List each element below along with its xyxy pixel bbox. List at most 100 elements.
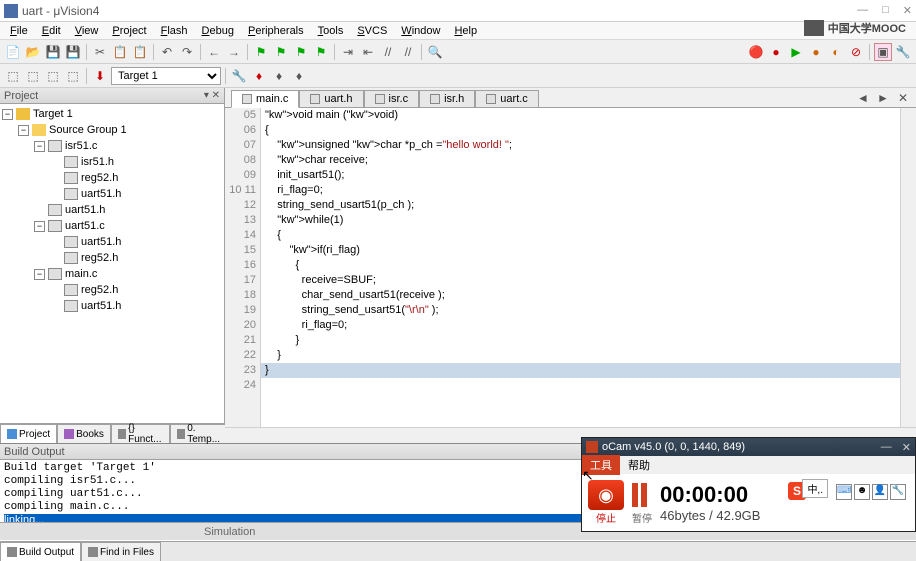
tree-target[interactable]: −Target 1 [2,106,222,122]
menu-view[interactable]: View [69,24,105,38]
menu-help[interactable]: Help [448,24,483,38]
paste-icon[interactable]: 📋 [131,43,149,61]
menu-flash[interactable]: Flash [155,24,194,38]
bookmark-prev-icon[interactable]: ⚑ [272,43,290,61]
ocam-minimize-icon[interactable]: — [881,441,892,454]
project-tab-3[interactable]: 0. Temp... [170,424,229,443]
nav-back-icon[interactable]: ← [205,43,223,61]
tree-file-isr51.c[interactable]: −isr51.c [2,138,222,154]
open-file-icon[interactable]: 📂 [24,43,42,61]
output-tab-0[interactable]: Build Output [0,542,81,561]
minimize-button[interactable]: — [857,4,868,17]
tab-next-icon[interactable]: ► [874,89,892,107]
menu-window[interactable]: Window [395,24,446,38]
file-tab-uart.h[interactable]: uart.h [299,90,363,107]
menu-file[interactable]: File [4,24,34,38]
tab-prev-icon[interactable]: ◄ [854,89,872,107]
breakpoint-icon[interactable]: ● [767,43,785,61]
tree-file-uart51.h[interactable]: uart51.h [2,202,222,218]
find-icon[interactable]: 🔍 [426,43,444,61]
stop-icon[interactable]: ● [807,43,825,61]
menu-tools[interactable]: Tools [312,24,350,38]
tree-child-uart51.h[interactable]: uart51.h [2,298,222,314]
download-icon[interactable]: ⬇ [91,67,109,85]
tree-file-main.c[interactable]: −main.c [2,266,222,282]
build-all-icon[interactable]: ⬚ [44,67,62,85]
redo-icon[interactable]: ↷ [178,43,196,61]
menu-debug[interactable]: Debug [196,24,240,38]
step-over-icon[interactable]: ⊘ [847,43,865,61]
tree-child-isr51.h[interactable]: isr51.h [2,154,222,170]
target-select[interactable]: Target 1 [111,67,221,85]
save-icon[interactable]: 💾 [44,43,62,61]
mouse-cursor: ↖ [582,467,594,484]
bookmark-next-icon[interactable]: ⚑ [292,43,310,61]
comment-icon[interactable]: // [379,43,397,61]
tree-child-reg52.h[interactable]: reg52.h [2,250,222,266]
tree-file-uart51.c[interactable]: −uart51.c [2,218,222,234]
file-tab-uart.c[interactable]: uart.c [475,90,539,107]
tab-close-icon[interactable]: ✕ [894,89,912,107]
ocam-titlebar[interactable]: oCam v45.0 (0, 0, 1440, 849) —✕ [582,438,915,456]
nav-fwd-icon[interactable]: → [225,43,243,61]
project-tree[interactable]: −Target 1−Source Group 1−isr51.cisr51.hr… [0,104,224,423]
rebuild-icon[interactable]: ⬚ [24,67,42,85]
menu-peripherals[interactable]: Peripherals [242,24,310,38]
file-tab-main.c[interactable]: main.c [231,90,299,108]
vertical-scrollbar[interactable] [900,108,916,427]
manage-icon[interactable]: ♦ [250,67,268,85]
ocam-help-menu[interactable]: 帮助 [620,455,658,475]
toolbar-2: ⬚ ⬚ ⬚ ⬚ ⬇ Target 1 🔧 ♦ ♦ ♦ [0,64,916,88]
file-tabs: main.cuart.hisr.cisr.huart.c ◄►✕ [225,88,916,108]
ime-btn-3[interactable]: 👤 [872,484,888,500]
tree-child-uart51.h[interactable]: uart51.h [2,234,222,250]
menu-edit[interactable]: Edit [36,24,67,38]
panel-close-icon[interactable]: ▾ ✕ [204,90,220,101]
project-tab-0[interactable]: Project [0,424,57,443]
undo-icon[interactable]: ↶ [158,43,176,61]
step-icon[interactable]: ◐ [827,43,845,61]
options-icon[interactable]: 🔧 [230,67,248,85]
manage3-icon[interactable]: ♦ [290,67,308,85]
tree-child-uart51.h[interactable]: uart51.h [2,186,222,202]
manage2-icon[interactable]: ♦ [270,67,288,85]
window-icon[interactable]: ▣ [874,43,892,61]
tree-child-reg52.h[interactable]: reg52.h [2,282,222,298]
ocam-stop-button[interactable]: ◉ 停止 [588,480,624,525]
project-tab-1[interactable]: Books [57,424,111,443]
tree-child-reg52.h[interactable]: reg52.h [2,170,222,186]
save-all-icon[interactable]: 💾 [64,43,82,61]
config-icon[interactable]: 🔧 [894,43,912,61]
uncomment-icon[interactable]: // [399,43,417,61]
file-tab-isr.c[interactable]: isr.c [364,90,420,107]
code-editor[interactable]: "kw">void main ("kw">void) { "kw">unsign… [261,108,900,427]
tree-group[interactable]: −Source Group 1 [2,122,222,138]
line-gutter: 05 06 07 08 09 10 11 12 13 14 15 16 17 1… [225,108,261,427]
debug-icon[interactable]: 🔴 [747,43,765,61]
maximize-button[interactable]: □ [882,4,889,17]
menu-project[interactable]: Project [106,24,152,38]
ime-btn-4[interactable]: 🔧 [890,484,906,500]
indent-icon[interactable]: ⇥ [339,43,357,61]
cut-icon[interactable]: ✂ [91,43,109,61]
ime-btn-2[interactable]: ☻ [854,484,870,500]
file-tab-isr.h[interactable]: isr.h [419,90,475,107]
ime-btn-1[interactable]: ⌨ [836,484,852,500]
bookmark-icon[interactable]: ⚑ [252,43,270,61]
output-tab-1[interactable]: Find in Files [81,542,161,561]
ocam-pause-button[interactable]: 暂停 [632,480,652,525]
project-tab-2[interactable]: {} Funct... [111,424,170,443]
batch-build-icon[interactable]: ⬚ [64,67,82,85]
ocam-close-icon[interactable]: ✕ [902,441,911,454]
build-target-icon[interactable]: ⬚ [4,67,22,85]
ime-label[interactable]: 中,. [802,479,828,498]
code-area[interactable]: 05 06 07 08 09 10 11 12 13 14 15 16 17 1… [225,108,916,427]
run-icon[interactable]: ▶ [787,43,805,61]
outdent-icon[interactable]: ⇤ [359,43,377,61]
menu-svcs[interactable]: SVCS [351,24,393,38]
window-title: uart - μVision4 [22,4,99,18]
bookmark-clear-icon[interactable]: ⚑ [312,43,330,61]
close-button[interactable]: ✕ [903,4,912,17]
new-file-icon[interactable]: 📄 [4,43,22,61]
copy-icon[interactable]: 📋 [111,43,129,61]
